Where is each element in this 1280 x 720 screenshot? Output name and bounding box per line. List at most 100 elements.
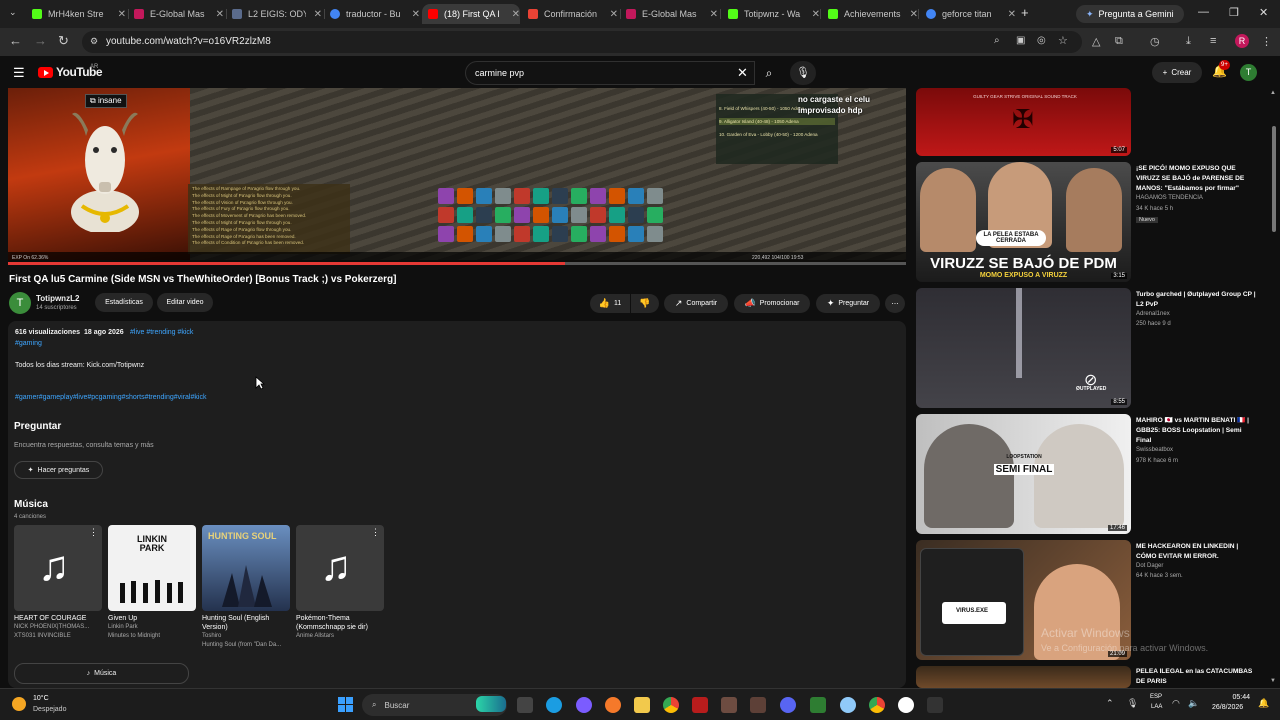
search-input[interactable]: carmine pvp — [475, 68, 524, 78]
recommended-video-4[interactable]: LOOPSTATION SEMI FINAL 17:46 MAHIRO 🇯🇵 v… — [916, 414, 1268, 536]
zoom-icon[interactable]: ⌕ — [994, 35, 1000, 46]
reload-icon[interactable]: ↻ — [58, 33, 69, 49]
close-icon[interactable]: ✕ — [910, 9, 918, 20]
kebab-menu-icon[interactable]: ⋮ — [89, 527, 98, 538]
windows-start-icon[interactable] — [338, 697, 353, 712]
minimize-icon[interactable]: — — [1198, 6, 1209, 18]
channel-name[interactable]: TotipwnzL2 — [36, 294, 79, 303]
app-icon-5[interactable] — [898, 697, 914, 713]
app-icon-6[interactable] — [927, 697, 943, 713]
share-button[interactable]: ↗ Compartir — [664, 294, 728, 313]
browser-tab-5-active[interactable]: (18) First QA l ✕ — [422, 4, 520, 24]
song-card-4[interactable]: ♫ ⋮ Pokémon-Thema (Kommschnapp sie dir) A… — [296, 525, 386, 641]
create-button[interactable]: + Crear — [1152, 62, 1202, 83]
close-icon[interactable]: ✕ — [512, 9, 520, 20]
file-explorer-icon[interactable] — [517, 697, 533, 713]
extensions-icon[interactable]: ⧉ — [1115, 35, 1123, 48]
eye-off-icon[interactable]: ◎ — [1037, 35, 1046, 46]
download-icon[interactable]: ⤓ — [1186, 35, 1191, 48]
address-bar[interactable]: ⚙ youtube.com/watch?v=o16VR2zlzM8 ⌕ ▣ ◎ … — [82, 31, 1082, 53]
site-info-icon[interactable]: ⚙ — [90, 36, 98, 47]
video-title[interactable]: ¡SE PICÓ! MOMO EXPUSO QUE VIRUZZ SE BAJÓ… — [1136, 164, 1256, 194]
video-progress-bar[interactable] — [8, 262, 906, 265]
video-player[interactable]: ⧉ insane The effects of Rampage of Pa'ag… — [8, 88, 906, 264]
app-icon-1[interactable] — [576, 697, 592, 713]
search-box[interactable]: carmine pvp ✕ — [465, 61, 755, 85]
close-icon[interactable]: ✕ — [610, 9, 618, 20]
video-title[interactable]: ME HACKEARON EN LINKEDIN | CÓMO EVITAR M… — [1136, 542, 1256, 562]
tray-mic-icon[interactable]: 🎙 — [1127, 698, 1138, 709]
notifications-icon[interactable]: 🔔 — [1258, 698, 1269, 709]
back-icon[interactable]: ← — [9, 33, 22, 48]
forward-icon[interactable]: → — [34, 33, 47, 48]
widgets-app-icon[interactable] — [476, 696, 506, 712]
description-panel[interactable]: 616 visualizaciones 18 ago 2026 #live #t… — [8, 321, 906, 688]
game-icon-2[interactable] — [750, 697, 766, 713]
recommended-video-2[interactable]: LA PELEA ESTABA CERRADA VIRUZZ SE BAJÓ D… — [916, 162, 1268, 284]
close-icon[interactable]: ✕ — [314, 9, 322, 20]
song-card-1[interactable]: ♫ ⋮ HEART OF COURAGE NICK PHOENIX|THOMAS.… — [14, 525, 104, 641]
channel-avatar[interactable]: T — [9, 292, 31, 314]
scroll-down-icon[interactable]: ▼ — [1270, 678, 1276, 684]
browser-tab-9[interactable]: Achievements ✕ — [822, 4, 918, 24]
weather-sun-icon[interactable] — [12, 697, 26, 711]
ask-questions-button[interactable]: ✦ Hacer preguntas — [14, 461, 103, 479]
game-icon-1[interactable] — [721, 697, 737, 713]
folder-icon[interactable] — [634, 697, 650, 713]
browser-tab-10[interactable]: geforce titan ✕ — [920, 4, 1016, 24]
like-button[interactable]: 👍 11 — [590, 294, 630, 313]
browser-tab-1[interactable]: MrH4ken Stre ✕ — [26, 4, 126, 24]
clock-date[interactable]: 26/8/2026 — [1212, 704, 1243, 711]
hashtag-gaming[interactable]: #gaming — [15, 340, 42, 347]
video-title[interactable]: MAHIRO 🇯🇵 vs MARTIN BENATI 🇫🇷 | GBB25: B… — [1136, 416, 1256, 446]
recommended-video-6[interactable]: PELEA ILEGAL en las CATACUMBAS DE PARIS — [916, 666, 1268, 688]
close-icon[interactable]: ✕ — [1008, 9, 1016, 20]
temperature[interactable]: 10°C — [33, 695, 49, 702]
channel-name[interactable]: HAGAMOS TENDENCIA — [1136, 195, 1203, 201]
tab-search-icon[interactable]: ⌄ — [9, 7, 17, 18]
scroll-up-icon[interactable]: ▲ — [1270, 90, 1276, 96]
video-title[interactable]: Turbo garched | Øutplayed Group CP | L2 … — [1136, 290, 1256, 310]
close-icon[interactable]: ✕ — [812, 9, 820, 20]
promote-button[interactable]: 📣 Promocionar — [734, 294, 810, 313]
close-icon[interactable]: ✕ — [118, 9, 126, 20]
input-layout[interactable]: LAA — [1151, 704, 1162, 710]
reading-list-icon[interactable]: ≡ — [1210, 35, 1216, 47]
mic-icon[interactable]: 🎙 — [790, 61, 816, 85]
video-title[interactable]: PELEA ILEGAL en las CATACUMBAS DE PARIS — [1136, 667, 1256, 687]
app-icon-4[interactable] — [840, 697, 856, 713]
channel-name[interactable]: Dot Dager — [1136, 563, 1163, 569]
restore-icon[interactable]: ❐ — [1229, 6, 1239, 19]
channel-name[interactable]: Adrenal1nex — [1136, 311, 1170, 317]
account-avatar[interactable]: T — [1240, 64, 1257, 81]
song-card-2[interactable]: LINKIN PARK Given Up Linkin Park Minutes… — [108, 525, 198, 641]
input-language[interactable]: ESP — [1150, 694, 1162, 700]
extension-icon-1[interactable]: △ — [1092, 35, 1100, 48]
menu-dots-icon[interactable]: ⋮ — [1261, 35, 1272, 48]
ask-button[interactable]: ✦ Preguntar — [816, 294, 880, 313]
music-button[interactable]: ♪ Música — [14, 663, 189, 684]
hashtag-links[interactable]: #live #trending #kick — [130, 329, 193, 336]
song-card-3[interactable]: HUNTING SOUL Hunting Soul (English Versi… — [202, 525, 292, 650]
close-icon[interactable]: ✕ — [216, 9, 224, 20]
close-window-icon[interactable]: ✕ — [1259, 6, 1268, 19]
page-scrollbar[interactable] — [1272, 126, 1276, 232]
app-icon-2[interactable] — [692, 697, 708, 713]
kebab-menu-icon[interactable]: ⋮ — [371, 527, 380, 538]
browser-tab-8[interactable]: Totipwnz - Wa ✕ — [722, 4, 820, 24]
hashtag-line[interactable]: #gamer#gameplay#live#pcgaming#shorts#tre… — [15, 394, 206, 401]
stats-button[interactable]: Estadísticas — [95, 293, 153, 312]
recommended-video-3[interactable]: ⊘ ØUTPLAYED 8:55 Turbo garched | Øutplay… — [916, 288, 1268, 410]
discord-icon[interactable] — [780, 697, 796, 713]
browser-tab-7[interactable]: E-Global Mas ✕ — [620, 4, 718, 24]
chrome-icon[interactable] — [663, 697, 679, 713]
install-icon[interactable]: ▣ — [1016, 35, 1025, 46]
tray-chevron-icon[interactable]: ⌃ — [1106, 698, 1114, 709]
edit-video-button[interactable]: Editar video — [157, 293, 213, 312]
more-actions-button[interactable]: ⋯ — [885, 294, 905, 313]
close-icon[interactable]: ✕ — [710, 9, 718, 20]
clock-time[interactable]: 05:44 — [1218, 694, 1250, 701]
search-button[interactable]: ⌕ — [755, 61, 783, 85]
hamburger-menu-icon[interactable]: ☰ — [13, 65, 25, 81]
edge-icon[interactable] — [546, 697, 562, 713]
